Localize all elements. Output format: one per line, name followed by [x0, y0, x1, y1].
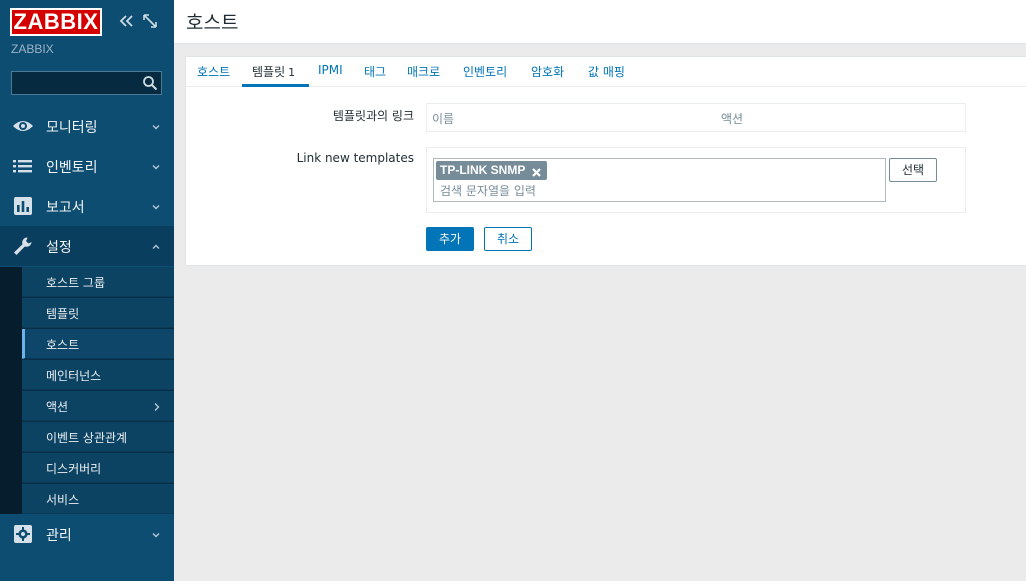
configuration-submenu: 호스트 그룹 템플릿 호스트 메인터넌스 액션 이벤트 상관관계 디스커버리 서… [0, 267, 174, 514]
submenu-item-templates[interactable]: 템플릿 [22, 298, 174, 328]
tab-inventory[interactable]: 인벤토리 [463, 63, 507, 80]
menu-administration[interactable]: 관리 [0, 514, 174, 554]
tab-encryption[interactable]: 암호화 [531, 63, 564, 80]
column-header-name: 이름 [432, 112, 455, 126]
submenu-item-discovery[interactable]: 디스커버리 [22, 453, 174, 483]
chevron-down-icon [151, 529, 161, 539]
menu-monitoring[interactable]: 모니터링 [0, 106, 174, 146]
submenu-label: 이벤트 상관관계 [46, 431, 128, 445]
gear-icon [12, 524, 34, 544]
server-name: ZABBIX [11, 42, 54, 56]
page-title: 호스트 [186, 12, 239, 34]
page-header: 호스트 [174, 0, 1026, 44]
submenu-item-hosts[interactable]: 호스트 [22, 329, 174, 359]
zabbix-logo[interactable]: ZABBIX [10, 8, 102, 36]
submenu-item-maintenance[interactable]: 메인터넌스 [22, 360, 174, 390]
tab-bar: 호스트 템플릿 1 IPMI 태그 매크로 인벤토리 암호화 값 매핑 [186, 57, 1026, 87]
submenu-label: 액션 [46, 400, 69, 414]
selected-template-tag: TP-LINK SNMP [436, 161, 548, 180]
collapse-sidebar-icon[interactable] [117, 12, 135, 30]
search-icon[interactable] [142, 75, 158, 91]
chevron-down-icon [151, 121, 161, 131]
add-button[interactable]: 추가 [426, 227, 474, 251]
submenu-label: 서비스 [46, 493, 80, 507]
cancel-button[interactable]: 취소 [484, 227, 532, 251]
submenu-label: 호스트 그룹 [46, 276, 106, 290]
eye-icon [12, 116, 34, 136]
menu-configuration[interactable]: 설정 [0, 226, 174, 266]
submenu-item-event-correlation[interactable]: 이벤트 상관관계 [22, 422, 174, 452]
wrench-icon [12, 236, 34, 256]
chevron-right-icon [153, 401, 161, 411]
tab-ipmi[interactable]: IPMI [318, 63, 343, 77]
menu-inventory[interactable]: 인벤토리 [0, 146, 174, 186]
submenu-item-actions[interactable]: 액션 [22, 391, 174, 421]
remove-tag-icon[interactable] [531, 165, 542, 177]
submenu-label: 메인터넌스 [46, 369, 102, 383]
submenu-label: 템플릿 [46, 307, 80, 321]
link-new-templates-box: TP-LINK SNMP 검색 문자열을 입력 선택 [426, 147, 966, 213]
tab-label: 템플릿 [252, 65, 286, 79]
submenu-rail [0, 267, 22, 514]
menu-label: 모니터링 [46, 120, 98, 136]
link-new-templates-label: Link new templates [296, 151, 414, 165]
tab-macros[interactable]: 매크로 [407, 63, 440, 80]
bar-chart-icon [12, 196, 34, 216]
tab-templates[interactable]: 템플릿 1 [252, 63, 295, 80]
linked-templates-label: 템플릿과의 링크 [332, 109, 414, 123]
host-form-panel: 호스트 템플릿 1 IPMI 태그 매크로 인벤토리 암호화 값 매핑 템플릿과의… [185, 56, 1026, 266]
submenu-item-services[interactable]: 서비스 [22, 484, 174, 514]
template-multiselect-input[interactable]: TP-LINK SNMP 검색 문자열을 입력 [433, 158, 886, 202]
submenu-label: 디스커버리 [46, 462, 102, 476]
active-tab-indicator [242, 84, 309, 87]
menu-label: 관리 [46, 528, 72, 544]
kiosk-mode-icon[interactable] [142, 13, 158, 29]
select-button[interactable]: 선택 [889, 158, 937, 182]
menu-label: 설정 [46, 240, 72, 256]
sidebar-search-input[interactable] [11, 71, 162, 95]
submenu-item-host-groups[interactable]: 호스트 그룹 [22, 267, 174, 297]
submenu-label: 호스트 [46, 338, 80, 352]
chevron-down-icon [151, 161, 161, 171]
sidebar: ZABBIX ZABBIX 모니터링 인벤토리 보고서 설정 호스트 그룹 템플… [0, 0, 174, 581]
tab-value-mapping[interactable]: 값 매핑 [588, 63, 625, 80]
column-header-action: 액션 [721, 112, 744, 126]
linked-templates-table: 이름 액션 [426, 103, 966, 132]
chevron-up-icon [151, 241, 161, 251]
menu-label: 인벤토리 [46, 160, 98, 176]
tab-count-badge: 1 [288, 66, 296, 79]
list-icon [12, 156, 34, 176]
menu-reports[interactable]: 보고서 [0, 186, 174, 226]
search-placeholder: 검색 문자열을 입력 [440, 184, 536, 198]
selected-template-label: TP-LINK SNMP [440, 163, 526, 177]
tab-host[interactable]: 호스트 [197, 63, 230, 80]
chevron-down-icon [151, 201, 161, 211]
tab-tags[interactable]: 태그 [364, 63, 386, 80]
menu-label: 보고서 [46, 200, 85, 216]
